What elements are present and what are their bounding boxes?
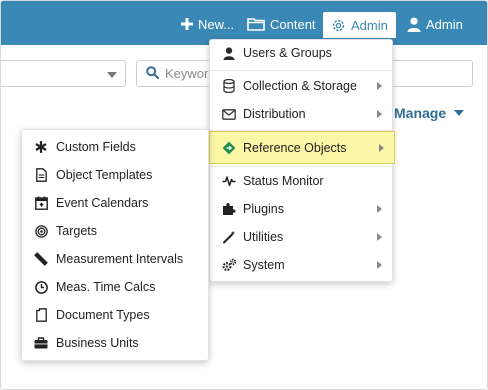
ruler-icon [33, 252, 49, 266]
chevron-right-icon [377, 110, 382, 118]
submenu-item-measurement-intervals[interactable]: Measurement Intervals [22, 246, 208, 272]
user-menu-button[interactable]: Admin [407, 11, 463, 37]
menu-item-system[interactable]: System [210, 252, 392, 278]
folder-icon [247, 17, 265, 31]
cogs-icon [221, 258, 237, 272]
filter-dropdown[interactable] [1, 60, 126, 87]
diamond-arrow-icon [221, 141, 237, 155]
document-icon [33, 168, 49, 182]
submenu-item-label: Document Types [56, 308, 150, 322]
submenu-item-label: Measurement Intervals [56, 252, 184, 266]
submenu-item-label: Event Calendars [56, 196, 149, 210]
pulse-icon [221, 175, 237, 187]
user-icon [221, 46, 237, 60]
chevron-down-icon [107, 72, 117, 78]
menu-item-status-monitor[interactable]: Status Monitor [210, 168, 392, 194]
menu-item-label: Distribution [243, 107, 306, 121]
menu-item-label: Users & Groups [243, 46, 332, 60]
submenu-item-label: Business Units [56, 336, 139, 350]
asterisk-icon [33, 141, 49, 153]
submenu-item-object-templates[interactable]: Object Templates [22, 162, 208, 188]
menu-item-label: Utilities [243, 230, 284, 244]
menu-divider [210, 70, 392, 71]
puzzle-icon [221, 202, 237, 216]
submenu-item-targets[interactable]: Targets [22, 218, 208, 244]
menu-item-reference-objects[interactable]: Reference Objects [209, 131, 395, 164]
chevron-down-icon [454, 110, 465, 116]
user-icon [407, 17, 421, 32]
app-window: New... Content Admin Admin Keywor Manage… [0, 0, 488, 390]
envelope-icon [221, 108, 237, 120]
submenu-item-label: Object Templates [56, 168, 153, 182]
admin-dropdown-menu: Users & Groups Collection & Storage Dist… [209, 39, 395, 282]
menu-item-plugins[interactable]: Plugins [210, 196, 392, 222]
reference-objects-submenu: Custom Fields Object Templates Event Cal… [21, 129, 209, 361]
menu-item-distribution[interactable]: Distribution [210, 101, 392, 127]
chevron-right-icon [379, 144, 384, 152]
menu-item-users-groups[interactable]: Users & Groups [210, 40, 392, 66]
gear-icon [331, 18, 346, 33]
menu-item-label: Reference Objects [243, 140, 347, 155]
menu-item-label: System [243, 258, 285, 272]
content-button[interactable]: Content [247, 11, 316, 37]
manage-button[interactable]: Manage [394, 103, 465, 123]
magic-wand-icon [221, 230, 237, 244]
submenu-item-event-calendars[interactable]: Event Calendars [22, 190, 208, 216]
submenu-item-label: Meas. Time Calcs [56, 280, 156, 294]
new-button-label: New... [198, 16, 235, 32]
submenu-item-label: Custom Fields [56, 140, 136, 154]
submenu-item-meas-time-calcs[interactable]: Meas. Time Calcs [22, 274, 208, 300]
admin-menu-button-label: Admin [351, 17, 388, 33]
new-button[interactable]: New... [181, 11, 234, 37]
menu-divider [210, 166, 392, 167]
file-icon [33, 308, 49, 322]
calendar-icon [33, 196, 49, 210]
clock-icon [33, 280, 49, 294]
submenu-item-label: Targets [56, 224, 97, 238]
target-icon [33, 224, 49, 238]
menu-item-utilities[interactable]: Utilities [210, 224, 392, 250]
submenu-item-document-types[interactable]: Document Types [22, 302, 208, 328]
submenu-item-custom-fields[interactable]: Custom Fields [22, 134, 208, 160]
user-menu-label: Admin [426, 16, 463, 32]
chevron-right-icon [377, 261, 382, 269]
menu-item-label: Collection & Storage [243, 79, 357, 93]
menu-item-label: Status Monitor [243, 174, 324, 188]
plus-icon [181, 18, 193, 30]
chevron-right-icon [377, 82, 382, 90]
search-placeholder: Keywor [165, 66, 209, 81]
submenu-item-business-units[interactable]: Business Units [22, 330, 208, 356]
search-icon [146, 65, 160, 82]
chevron-right-icon [377, 205, 382, 213]
menu-item-label: Plugins [243, 202, 284, 216]
manage-button-label: Manage [394, 105, 447, 121]
content-button-label: Content [270, 16, 316, 32]
chevron-right-icon [377, 233, 382, 241]
database-icon [221, 79, 237, 93]
menu-item-collection-storage[interactable]: Collection & Storage [210, 73, 392, 99]
admin-menu-button[interactable]: Admin [323, 12, 396, 38]
briefcase-icon [33, 337, 49, 349]
